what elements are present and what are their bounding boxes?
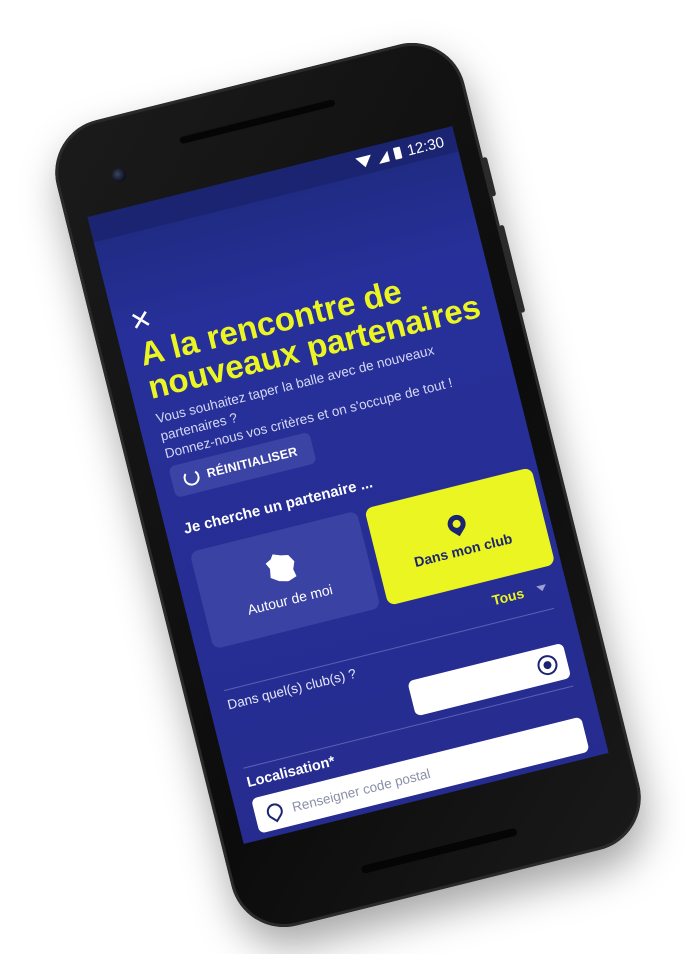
chevron-down-icon bbox=[536, 583, 548, 593]
club-filter-select[interactable]: Tous bbox=[490, 579, 549, 608]
phone-device: 12:30 ✕ A la rencontre de nouveaux parte… bbox=[43, 31, 653, 939]
option-around-me[interactable]: Autour de moi bbox=[189, 510, 381, 650]
france-map-icon bbox=[264, 549, 300, 585]
signal-icon bbox=[376, 149, 391, 164]
status-time: 12:30 bbox=[405, 133, 446, 159]
battery-icon bbox=[393, 146, 403, 160]
option-around-me-label: Autour de moi bbox=[245, 581, 335, 618]
location-pin-outline-icon bbox=[263, 800, 286, 823]
wifi-icon bbox=[355, 154, 374, 169]
close-icon[interactable]: ✕ bbox=[127, 303, 155, 337]
target-icon[interactable] bbox=[535, 652, 560, 678]
option-in-my-club-label: Dans mon club bbox=[412, 530, 514, 570]
mockup-stage: 12:30 ✕ A la rencontre de nouveaux parte… bbox=[0, 0, 695, 954]
app-screen: 12:30 ✕ A la rencontre de nouveaux parte… bbox=[87, 126, 609, 844]
club-filter-value: Tous bbox=[490, 584, 526, 609]
location-pin-icon bbox=[444, 511, 469, 537]
reset-icon bbox=[181, 467, 202, 488]
